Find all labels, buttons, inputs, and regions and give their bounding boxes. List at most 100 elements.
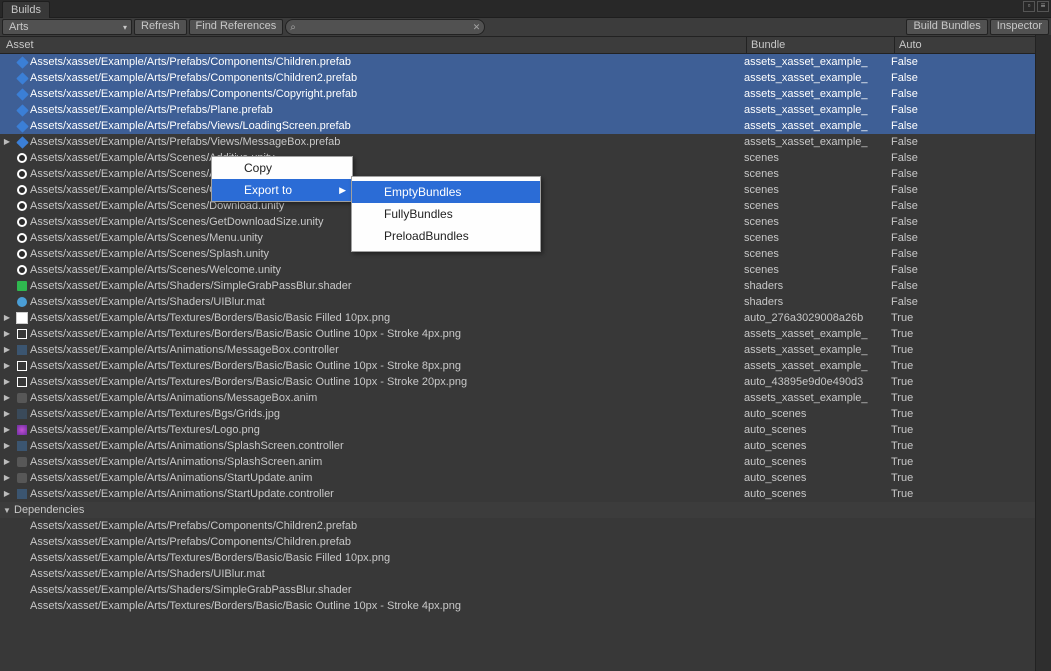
bundle-name: auto_scenes (740, 470, 887, 486)
table-row[interactable]: ▶Assets/xasset/Example/Arts/Textures/Log… (0, 422, 1051, 438)
bundle-name: shaders (740, 278, 887, 294)
unity-icon (14, 247, 30, 261)
auto-flag: True (887, 310, 1051, 326)
table-row[interactable]: Assets/xasset/Example/Arts/Scenes/Welcom… (0, 262, 1051, 278)
dependency-item[interactable]: Assets/xasset/Example/Arts/Shaders/UIBlu… (0, 566, 1051, 582)
expand-arrow-icon[interactable]: ▶ (0, 390, 14, 406)
expand-arrow-icon[interactable]: ▶ (0, 374, 14, 390)
table-row[interactable]: Assets/xasset/Example/Arts/Prefabs/Compo… (0, 86, 1051, 102)
table-row[interactable]: ▶ Assets/xasset/Example/Arts/Textures/Bor… (0, 358, 1051, 374)
expand-arrow-icon[interactable]: ▶ (0, 134, 14, 150)
submenu-empty-bundles[interactable]: EmptyBundles (352, 181, 540, 203)
table-row[interactable]: ▶Assets/xasset/Example/Arts/Animations/S… (0, 454, 1051, 470)
table-row[interactable]: Assets/xasset/Example/Arts/Scenes/Additi… (0, 150, 1051, 166)
auto-flag: False (887, 294, 1051, 310)
asset-path: Assets/xasset/Example/Arts/Textures/Bord… (30, 358, 740, 374)
bundle-name: assets_xasset_example_ (740, 118, 887, 134)
table-row[interactable]: Assets/xasset/Example/Arts/Shaders/Simpl… (0, 278, 1051, 294)
table-row[interactable]: ▶Assets/xasset/Example/Arts/Animations/S… (0, 486, 1051, 502)
context-menu-export-to[interactable]: Export to ▶ (212, 179, 352, 201)
build-group-dropdown[interactable]: Arts ▾ (2, 19, 132, 35)
png-out-icon (14, 375, 30, 389)
header-asset[interactable]: Asset (2, 37, 746, 53)
table-row[interactable]: ▶ Assets/xasset/Example/Arts/Animations/M… (0, 342, 1051, 358)
clear-search-icon[interactable]: ✕ (473, 22, 481, 33)
submenu-preload-bundles[interactable]: PreloadBundles (352, 225, 540, 247)
search-input[interactable]: ⌕ ✕ (285, 19, 485, 35)
table-row[interactable]: ▶Assets/xasset/Example/Arts/Textures/Bor… (0, 326, 1051, 342)
expand-arrow-icon[interactable]: ▶ (0, 486, 14, 502)
table-row[interactable]: ▶Assets/xasset/Example/Arts/Textures/Bor… (0, 374, 1051, 390)
bundle-name: scenes (740, 230, 887, 246)
submenu-fully-bundles[interactable]: FullyBundles (352, 203, 540, 225)
unity-icon (14, 215, 30, 229)
expand-arrow-icon[interactable]: ▶ (0, 358, 14, 374)
asset-list[interactable]: Assets/xasset/Example/Arts/Prefabs/Compo… (0, 54, 1051, 671)
expand-arrow-icon[interactable]: ▶ (0, 470, 14, 486)
dependencies-title: Dependencies (14, 504, 84, 516)
dependencies-header[interactable]: ▼Dependencies (0, 502, 1051, 518)
asset-path: Assets/xasset/Example/Arts/Animations/Sp… (30, 438, 740, 454)
dropdown-value: Arts (9, 21, 29, 34)
build-bundles-button[interactable]: Build Bundles (906, 19, 987, 35)
refresh-button[interactable]: Refresh (134, 19, 187, 35)
bundle-name: scenes (740, 214, 887, 230)
expand-arrow-icon[interactable]: ▶ (0, 406, 14, 422)
bundle-name: assets_xasset_example_ (740, 102, 887, 118)
window-lock-icon[interactable]: ▫ (1023, 1, 1035, 12)
table-row[interactable]: Assets/xasset/Example/Arts/Shaders/UIBlu… (0, 294, 1051, 310)
auto-flag: True (887, 422, 1051, 438)
tab-builds[interactable]: Builds (2, 1, 50, 18)
dependency-item[interactable]: Assets/xasset/Example/Arts/Shaders/Simpl… (0, 582, 1051, 598)
table-row[interactable]: Assets/xasset/Example/Arts/Prefabs/Compo… (0, 54, 1051, 70)
bundle-name: scenes (740, 150, 887, 166)
expand-arrow-icon[interactable]: ▶ (0, 326, 14, 342)
bundle-name: scenes (740, 182, 887, 198)
table-row[interactable]: ▶Assets/xasset/Example/Arts/Animations/M… (0, 390, 1051, 406)
table-row[interactable]: ▶Assets/xasset/Example/Arts/Textures/Bgs… (0, 406, 1051, 422)
chevron-right-icon: ▶ (339, 179, 346, 201)
asset-path: Assets/xasset/Example/Arts/Shaders/UIBlu… (30, 294, 740, 310)
context-menu-copy[interactable]: Copy (212, 157, 352, 179)
table-row[interactable]: ▶Assets/xasset/Example/Arts/Textures/Bor… (0, 310, 1051, 326)
window-menu-icon[interactable]: ≡ (1037, 1, 1049, 12)
fold-icon[interactable]: ▼ (0, 506, 14, 515)
header-bundle[interactable]: Bundle (746, 37, 894, 53)
bundle-name: scenes (740, 198, 887, 214)
auto-flag: False (887, 246, 1051, 262)
table-row[interactable]: Assets/xasset/Example/Arts/Prefabs/Plane… (0, 102, 1051, 118)
dependency-item[interactable]: Assets/xasset/Example/Arts/Prefabs/Compo… (0, 518, 1051, 534)
expand-arrow-icon[interactable]: ▶ (0, 422, 14, 438)
bundle-name: auto_43895e9d0e490d3 (740, 374, 887, 390)
asset-path: Assets/xasset/Example/Arts/Scenes/Additi… (30, 150, 740, 166)
auto-flag: True (887, 358, 1051, 374)
dependency-item[interactable]: Assets/xasset/Example/Arts/Prefabs/Compo… (0, 534, 1051, 550)
expand-arrow-icon[interactable]: ▶ (0, 342, 14, 358)
expand-arrow-icon[interactable]: ▶ (0, 310, 14, 326)
asset-path: Assets/xasset/Example/Arts/Prefabs/Views… (30, 134, 740, 150)
table-row[interactable]: ▶ Assets/xasset/Example/Arts/Prefabs/View… (0, 134, 1051, 150)
table-row[interactable]: ▶Assets/xasset/Example/Arts/Animations/S… (0, 470, 1051, 486)
header-auto[interactable]: Auto (894, 37, 1049, 53)
unity-icon (14, 167, 30, 181)
auto-flag: False (887, 230, 1051, 246)
dependency-item[interactable]: Assets/xasset/Example/Arts/Textures/Bord… (0, 550, 1051, 566)
table-row[interactable]: ▶ Assets/xasset/Example/Arts/Animations/S… (0, 438, 1051, 454)
table-row[interactable]: Assets/xasset/Example/Arts/Prefabs/Views… (0, 118, 1051, 134)
asset-path: Assets/xasset/Example/Arts/Prefabs/Compo… (30, 86, 740, 102)
bundle-name: auto_scenes (740, 422, 887, 438)
table-row[interactable]: Assets/xasset/Example/Arts/Prefabs/Compo… (0, 70, 1051, 86)
expand-arrow-icon[interactable]: ▶ (0, 438, 14, 454)
vertical-scrollbar[interactable] (1035, 35, 1051, 671)
dependency-item[interactable]: Assets/xasset/Example/Arts/Textures/Bord… (0, 598, 1051, 614)
find-references-button[interactable]: Find References (189, 19, 284, 35)
window-controls: ▫ ≡ (1023, 1, 1049, 12)
png-out-icon (14, 359, 30, 373)
prefab-icon (14, 119, 30, 133)
asset-path: Assets/xasset/Example/Arts/Animations/Me… (30, 342, 740, 358)
expand-arrow-icon[interactable]: ▶ (0, 454, 14, 470)
inspector-button[interactable]: Inspector (990, 19, 1049, 35)
auto-flag: False (887, 102, 1051, 118)
auto-flag: True (887, 454, 1051, 470)
mat-icon (14, 295, 30, 309)
